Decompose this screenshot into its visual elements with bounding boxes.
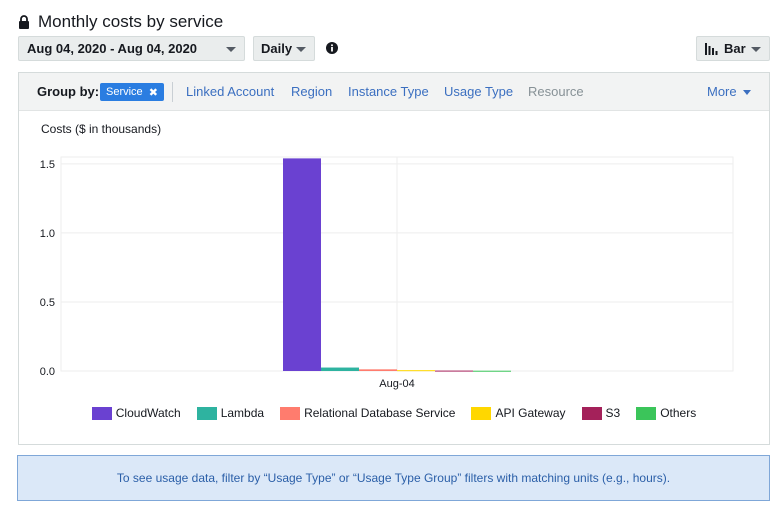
- y-tick-label: 0.0: [40, 366, 55, 378]
- legend-swatch: [581, 406, 602, 420]
- toolbar: Aug 04, 2020 - Aug 04, 2020 Daily Bar: [18, 36, 770, 62]
- bar-s3: [435, 370, 473, 372]
- group-option-usage-type[interactable]: Usage Type: [444, 84, 513, 99]
- chart-type-value: Bar: [724, 41, 746, 56]
- page-title: Monthly costs by service: [38, 12, 224, 31]
- legend-swatch: [91, 406, 112, 420]
- legend-swatch: [471, 406, 492, 420]
- legend-item[interactable]: Lambda: [196, 405, 265, 421]
- chart-type-select[interactable]: Bar: [696, 36, 770, 61]
- bar-cloudwatch: [283, 158, 321, 371]
- info-banner: To see usage data, filter by “Usage Type…: [17, 455, 770, 501]
- legend-label: API Gateway: [495, 406, 566, 420]
- legend-item[interactable]: API Gateway: [471, 405, 566, 421]
- y-axis-label: Costs ($ in thousands): [41, 122, 161, 136]
- lock-icon: [19, 15, 29, 29]
- chart-legend: CloudWatch Lambda Relational Database Serv…: [19, 405, 769, 421]
- bar-api-gateway: [397, 370, 435, 372]
- legend-item[interactable]: S3: [581, 405, 621, 421]
- chevron-down-icon: [226, 47, 236, 52]
- legend-label: CloudWatch: [115, 406, 181, 420]
- group-by-chip-service[interactable]: Service ✖: [100, 83, 164, 101]
- page-header: Monthly costs by service: [18, 10, 223, 34]
- legend-label: S3: [605, 406, 621, 420]
- y-tick-label: 1.5: [40, 159, 55, 171]
- legend-item[interactable]: Relational Database Service: [280, 405, 455, 421]
- group-by-label: Group by:: [37, 84, 100, 99]
- group-option-linked-account[interactable]: Linked Account: [186, 84, 274, 99]
- x-tick-label: Aug-04: [379, 378, 414, 390]
- y-tick-label: 0.5: [40, 297, 55, 309]
- granularity-select[interactable]: Daily: [253, 36, 315, 61]
- group-by-bar: Group by: Service ✖ Linked Account Regio…: [19, 73, 769, 111]
- group-option-instance-type[interactable]: Instance Type: [348, 84, 429, 99]
- cost-bar-chart: Costs ($ in thousands) 0.0 0.5 1.0 1.5 Aug-04: [40, 122, 734, 390]
- bar-chart-icon: [705, 42, 718, 55]
- chevron-down-icon: [296, 47, 306, 52]
- legend-label: Lambda: [220, 406, 265, 420]
- legend-label: Relational Database Service: [304, 406, 456, 420]
- more-dropdown[interactable]: More: [707, 84, 751, 99]
- chip-label: Service: [106, 86, 143, 98]
- bar-relational-database-service: [359, 369, 397, 371]
- legend-label: Others: [660, 406, 697, 420]
- bar-others: [473, 370, 511, 372]
- info-icon[interactable]: [326, 42, 338, 54]
- date-range-select[interactable]: Aug 04, 2020 - Aug 04, 2020: [18, 36, 245, 61]
- group-option-resource: Resource: [528, 84, 584, 99]
- chart-panel: Group by: Service ✖ Linked Account Regio…: [18, 72, 770, 445]
- chevron-down-icon: [751, 47, 761, 52]
- legend-swatch: [280, 406, 301, 420]
- chevron-down-icon: [742, 90, 751, 96]
- close-icon[interactable]: ✖: [149, 86, 158, 99]
- divider: [172, 82, 173, 102]
- legend-swatch: [636, 406, 657, 420]
- group-option-region[interactable]: Region: [291, 84, 332, 99]
- bar-lambda: [321, 367, 359, 371]
- y-tick-label: 1.0: [40, 228, 55, 240]
- granularity-value: Daily: [261, 41, 293, 56]
- info-banner-text: To see usage data, filter by “Usage Type…: [116, 471, 671, 485]
- legend-item[interactable]: Others: [636, 405, 696, 421]
- legend-swatch: [196, 406, 217, 420]
- date-range-value: Aug 04, 2020 - Aug 04, 2020: [27, 41, 198, 56]
- more-label: More: [707, 84, 737, 99]
- legend-item[interactable]: CloudWatch: [91, 405, 181, 421]
